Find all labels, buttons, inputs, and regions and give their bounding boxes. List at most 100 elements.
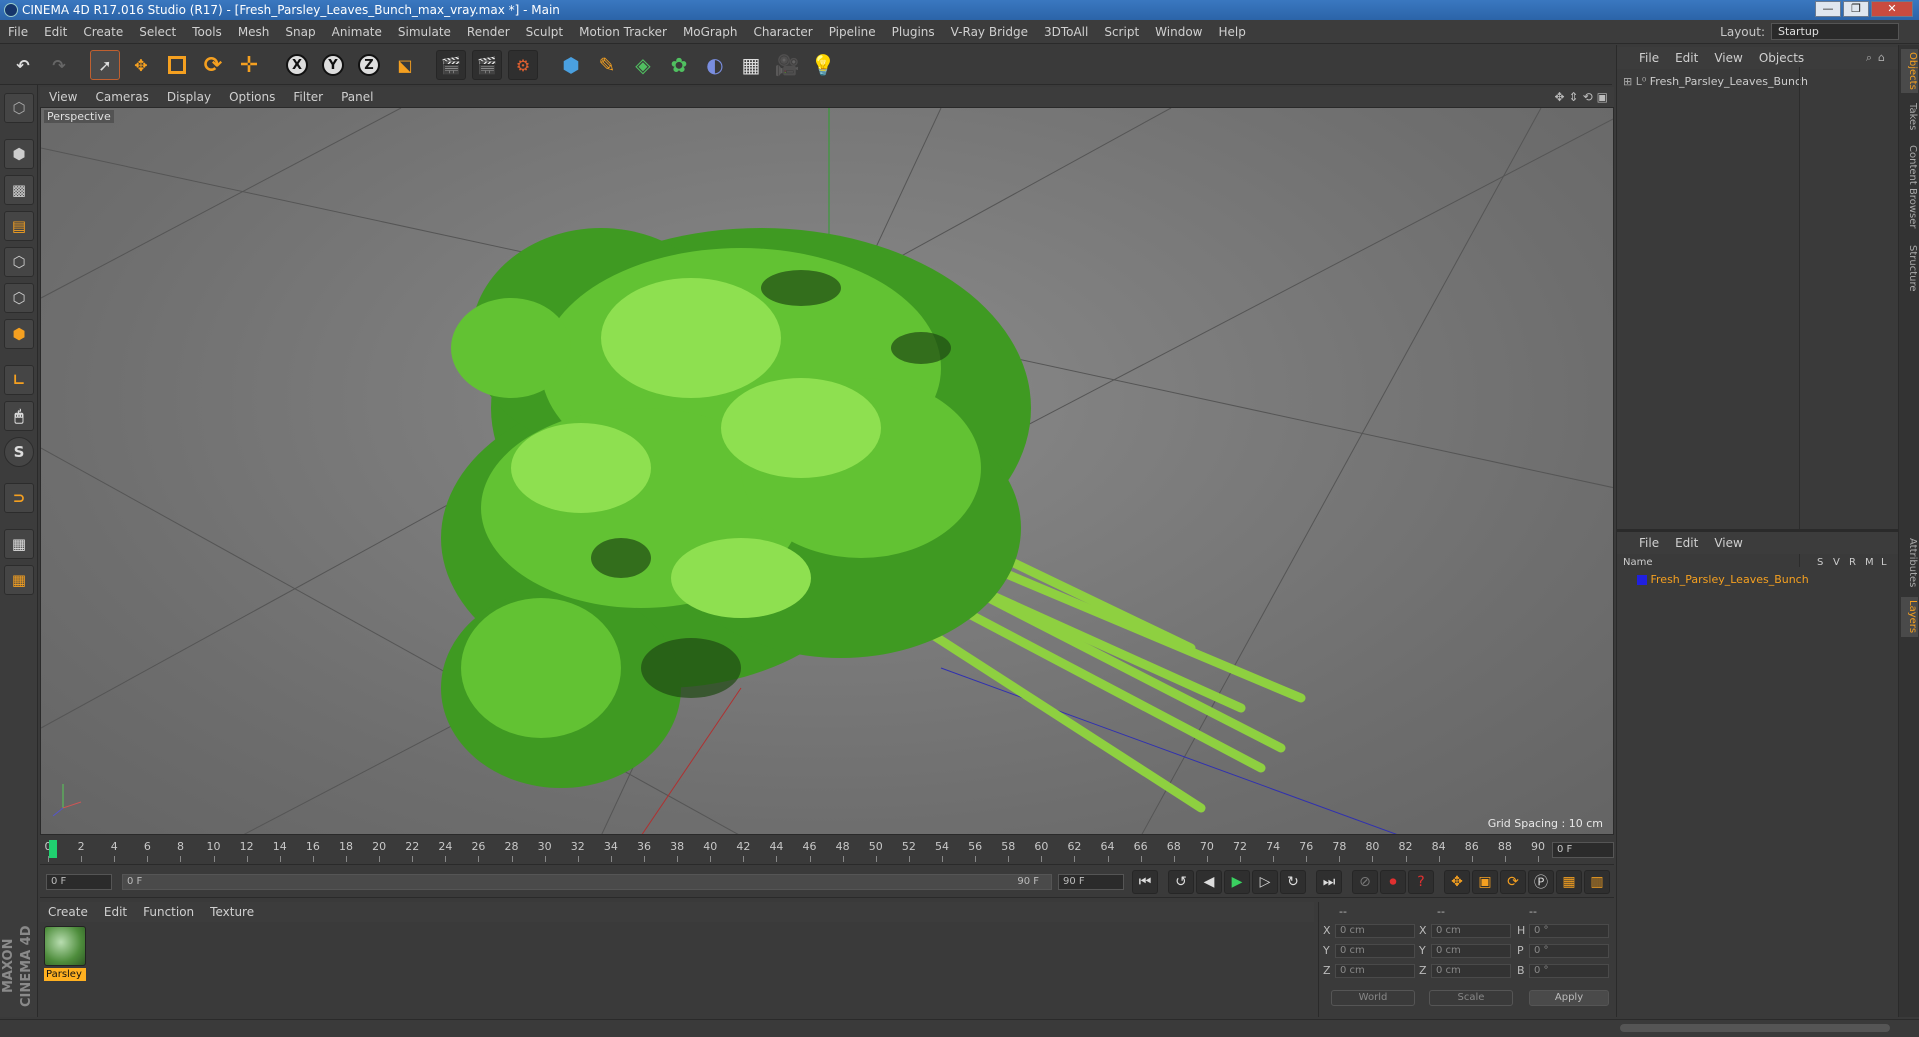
size-y-field[interactable]: 0 cm	[1431, 944, 1511, 958]
viewport-zoom-icon[interactable]: ⇕	[1569, 90, 1579, 104]
key-scale-icon[interactable]: ▣	[1472, 870, 1498, 894]
scale-tool-icon[interactable]	[162, 50, 192, 80]
side-tab-layers[interactable]: Layers	[1901, 597, 1918, 637]
viewport-rotate-icon[interactable]: ⟲	[1583, 90, 1593, 104]
menu-vray-bridge[interactable]: V-Ray Bridge	[943, 25, 1036, 39]
end-frame-field[interactable]: 90 F	[1058, 874, 1124, 890]
layer-row[interactable]: Fresh_Parsley_Leaves_Bunch	[1623, 573, 1893, 586]
deformer-icon[interactable]: ◐	[700, 50, 730, 80]
coord-system-dropdown[interactable]: World	[1331, 990, 1415, 1006]
play-icon[interactable]: ▶	[1224, 870, 1250, 894]
side-tab-structure[interactable]: Structure	[1901, 241, 1918, 295]
menu-pipeline[interactable]: Pipeline	[821, 25, 884, 39]
menu-3dtoall[interactable]: 3DToAll	[1036, 25, 1096, 39]
menu-plugins[interactable]: Plugins	[884, 25, 943, 39]
record-off-icon[interactable]: ⊘	[1352, 870, 1378, 894]
key-rotation-icon[interactable]: ⟳	[1500, 870, 1526, 894]
perspective-viewport[interactable]: Perspective Grid Spacing : 10 cm	[40, 107, 1614, 835]
material-menu-create[interactable]: Create	[40, 905, 96, 919]
start-frame-field[interactable]: 0 F	[46, 874, 112, 890]
timeline-window-icon[interactable]: ▥	[1584, 870, 1610, 894]
next-frame-icon[interactable]: ▷	[1252, 870, 1278, 894]
material-thumbnail[interactable]	[44, 926, 86, 966]
menu-mograph[interactable]: MoGraph	[675, 25, 746, 39]
menu-select[interactable]: Select	[131, 25, 184, 39]
render-picture-viewer-icon[interactable]: 🎬	[472, 50, 502, 80]
rot-p-field[interactable]: 0 °	[1529, 944, 1609, 958]
camera-icon[interactable]: 🎥	[772, 50, 802, 80]
rotate-tool-icon[interactable]: ⟳	[198, 50, 228, 80]
previous-key-icon[interactable]: ↺	[1168, 870, 1194, 894]
x-axis-toggle[interactable]: X	[282, 50, 312, 80]
cube-primitive-icon[interactable]: ⬢	[556, 50, 586, 80]
material-menu-edit[interactable]: Edit	[96, 905, 135, 919]
key-position-icon[interactable]: ✥	[1444, 870, 1470, 894]
objects-menu-file[interactable]: File	[1631, 51, 1667, 65]
maximize-button[interactable]: ❐	[1843, 1, 1869, 17]
menu-sculpt[interactable]: Sculpt	[518, 25, 571, 39]
live-select-icon[interactable]: ✛	[234, 50, 264, 80]
goto-end-icon[interactable]: ⏭	[1316, 870, 1342, 894]
menu-character[interactable]: Character	[745, 25, 820, 39]
select-tool-icon[interactable]: ➚	[90, 50, 120, 80]
objects-menu-edit[interactable]: Edit	[1667, 51, 1706, 65]
size-x-field[interactable]: 0 cm	[1431, 924, 1511, 938]
side-tab-takes[interactable]: Takes	[1901, 101, 1918, 133]
side-tab-attributes[interactable]: Attributes	[1901, 533, 1918, 593]
menu-animate[interactable]: Animate	[324, 25, 390, 39]
side-tab-objects[interactable]: Objects	[1901, 49, 1918, 93]
viewport-menu-filter[interactable]: Filter	[284, 90, 332, 104]
menu-file[interactable]: File	[0, 25, 36, 39]
spline-pen-icon[interactable]: ✎	[592, 50, 622, 80]
next-key-icon[interactable]: ↻	[1280, 870, 1306, 894]
layout-select[interactable]: Startup	[1771, 23, 1899, 40]
previous-frame-icon[interactable]: ◀	[1196, 870, 1222, 894]
key-pla-icon[interactable]: ▦	[1556, 870, 1582, 894]
pos-x-field[interactable]: 0 cm	[1335, 924, 1415, 938]
menu-help[interactable]: Help	[1210, 25, 1253, 39]
render-view-icon[interactable]: 🎬	[436, 50, 466, 80]
menu-script[interactable]: Script	[1096, 25, 1147, 39]
menu-simulate[interactable]: Simulate	[390, 25, 459, 39]
objects-menu-objects[interactable]: Objects	[1751, 51, 1812, 65]
viewport-menu-view[interactable]: View	[40, 90, 86, 104]
timeline-ruler[interactable]: 0 2 4 6 8 10 12 14 16 18 20 22 24 26 28 30 32 34 36 38 40 42 4…	[40, 838, 1614, 862]
layers-menu-file[interactable]: File	[1631, 536, 1667, 550]
points-mode-icon[interactable]: ⬡	[4, 247, 34, 277]
size-z-field[interactable]: 0 cm	[1431, 964, 1511, 978]
snap-toggle-icon[interactable]: S	[4, 437, 34, 467]
enable-axis-icon[interactable]: ∟	[4, 365, 34, 395]
edges-mode-icon[interactable]: ⬡	[4, 283, 34, 313]
material-name[interactable]: Parsley	[44, 968, 86, 981]
menu-create[interactable]: Create	[75, 25, 131, 39]
viewport-move-icon[interactable]: ✥	[1554, 90, 1564, 104]
rot-b-field[interactable]: 0 °	[1529, 964, 1609, 978]
layers-menu-view[interactable]: View	[1706, 536, 1750, 550]
menu-mesh[interactable]: Mesh	[230, 25, 278, 39]
texture-mode-icon[interactable]: ▩	[4, 175, 34, 205]
viewport-maximize-icon[interactable]: ▣	[1597, 90, 1608, 104]
size-mode-dropdown[interactable]: Scale	[1429, 990, 1513, 1006]
viewport-menu-panel[interactable]: Panel	[332, 90, 382, 104]
range-slider[interactable]: 0 F 90 F	[122, 874, 1052, 890]
playhead[interactable]	[49, 840, 57, 858]
menu-edit[interactable]: Edit	[36, 25, 75, 39]
redo-icon[interactable]: ↷	[44, 50, 74, 80]
y-axis-toggle[interactable]: Y	[318, 50, 348, 80]
objects-menu-view[interactable]: View	[1706, 51, 1750, 65]
workplane-lock-icon[interactable]: ▦	[4, 529, 34, 559]
pos-y-field[interactable]: 0 cm	[1335, 944, 1415, 958]
viewport-menu-options[interactable]: Options	[220, 90, 284, 104]
workplane-rotate-icon[interactable]: ▦	[4, 565, 34, 595]
goto-start-icon[interactable]: ⏮	[1132, 870, 1158, 894]
model-mode-icon[interactable]: ⬢	[4, 139, 34, 169]
menu-render[interactable]: Render	[459, 25, 518, 39]
apply-button[interactable]: Apply	[1529, 990, 1609, 1006]
render-settings-icon[interactable]: ⚙	[508, 50, 538, 80]
object-row[interactable]: ⊞ L⁰ Fresh_Parsley_Leaves_Bunch	[1623, 75, 1808, 88]
key-parameter-icon[interactable]: Ⓟ	[1528, 870, 1554, 894]
subdivision-surface-icon[interactable]: ◈	[628, 50, 658, 80]
z-axis-toggle[interactable]: Z	[354, 50, 384, 80]
close-button[interactable]: ✕	[1871, 1, 1913, 17]
coordinate-system-icon[interactable]: ⬕	[390, 50, 420, 80]
